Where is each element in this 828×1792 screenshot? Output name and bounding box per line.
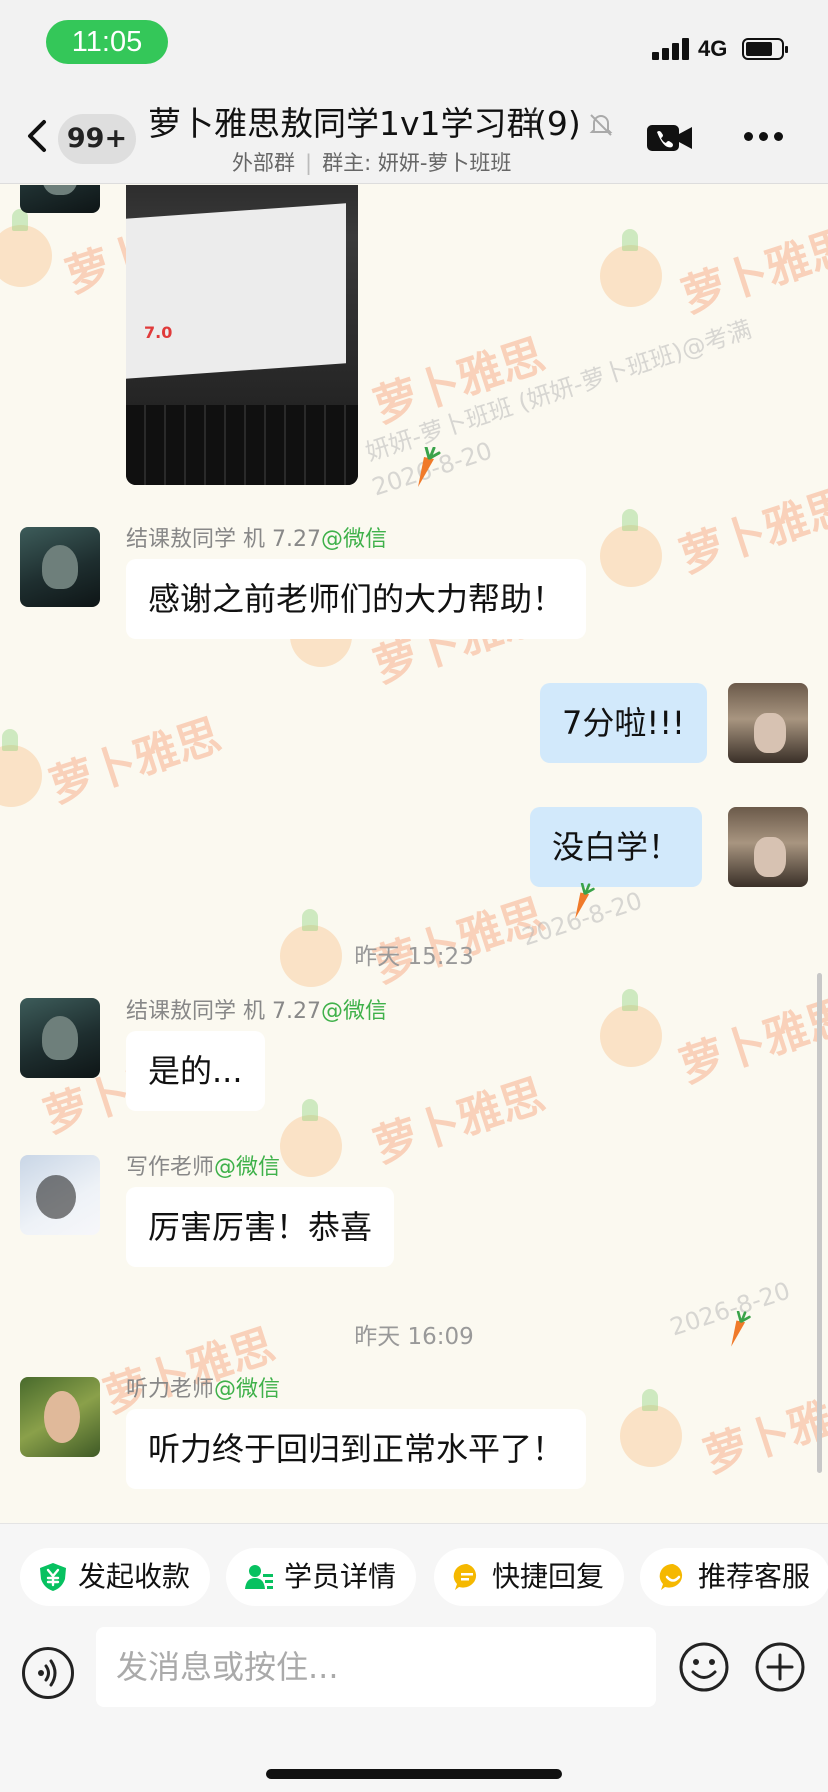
message-bubble[interactable]: 是的...	[126, 1031, 265, 1111]
unread-badge[interactable]: 99+	[58, 114, 136, 164]
status-time: 11:05	[46, 20, 168, 64]
message-timestamp: 昨天 15:23	[354, 944, 474, 970]
message-input[interactable]	[96, 1627, 656, 1707]
scrollbar[interactable]	[817, 973, 822, 1473]
watermark-brand: 萝卜雅思	[697, 1379, 828, 1483]
avatar[interactable]	[20, 527, 100, 607]
chip-label: 推荐客服	[698, 1560, 811, 1593]
avatar[interactable]	[20, 998, 100, 1078]
message-timestamp: 昨天 16:09	[354, 1324, 474, 1350]
avatar[interactable]	[20, 1377, 100, 1457]
carrot-icon	[418, 447, 441, 487]
yuan-shield-icon	[40, 1563, 66, 1591]
watermark-brand: 萝卜雅思	[675, 219, 828, 323]
message-bubble[interactable]: 听力终于回归到正常水平了！	[126, 1409, 587, 1489]
watermark-brand: 萝卜雅思	[43, 709, 227, 813]
quick-action-recommend-service[interactable]: 推荐客服	[640, 1548, 828, 1606]
person-card-icon	[245, 1565, 273, 1589]
message-bubble[interactable]: 感谢之前老师们的大力帮助！	[126, 559, 587, 639]
back-button[interactable]	[18, 116, 58, 156]
member-count: (9)	[534, 104, 581, 143]
carrot-icon	[731, 1311, 751, 1347]
sender-label: 结课敖同学 机 7.27	[126, 999, 321, 1024]
sender-source: @微信	[214, 1377, 281, 1402]
carrot-icon	[575, 883, 595, 919]
more-options-icon[interactable]	[744, 132, 784, 144]
sender-source: @微信	[320, 527, 387, 552]
reply-bubble-icon	[453, 1563, 477, 1590]
chevron-left-icon	[28, 120, 46, 152]
watermark-brand: 萝卜雅思	[367, 1069, 551, 1173]
photo-message[interactable]: 7.0	[126, 185, 358, 485]
sender-label: 写作老师	[126, 1155, 215, 1180]
chat-title[interactable]: 萝卜雅思敖同学1v1学习群	[148, 102, 590, 146]
group-type: 外部群	[232, 151, 295, 175]
chip-label: 发起收款	[78, 1560, 191, 1593]
home-indicator	[266, 1769, 562, 1779]
mute-bell-icon	[589, 114, 613, 136]
chip-label: 学员详情	[284, 1560, 397, 1593]
photo-score: 7.0	[144, 323, 173, 342]
status-bar: 11:05 4G	[0, 0, 828, 92]
quick-actions-bar: 发起收款 学员详情 快捷回复 推荐客服	[0, 1523, 828, 1627]
sender-label: 听力老师	[126, 1377, 215, 1402]
emoji-icon[interactable]	[678, 1641, 730, 1693]
sender-source: @微信	[320, 999, 387, 1024]
watermark-owner: 妍妍-萝卜班班 (妍妍-萝卜班班)@考满	[362, 315, 755, 467]
network-type: 4G	[698, 36, 728, 61]
plus-icon[interactable]	[754, 1641, 806, 1693]
message-bubble-self[interactable]: 没白学！	[530, 807, 703, 887]
watermark-brand: 萝卜雅思	[367, 329, 551, 433]
message-bubble[interactable]: 厉害厉害！恭喜	[126, 1187, 395, 1267]
sender-label: 结课敖同学 机 7.27	[126, 527, 321, 552]
sender-source: @微信	[214, 1155, 281, 1180]
avatar-self[interactable]	[728, 807, 808, 887]
chat-header: 99+ 萝卜雅思敖同学1v1学习群 (9) 外部群 | 群主: 妍妍-萝卜班班	[0, 92, 828, 184]
battery-icon	[742, 38, 788, 60]
quick-action-collect-payment[interactable]: 发起收款	[20, 1548, 211, 1606]
sender-name: 写作老师@微信	[126, 1149, 280, 1181]
watermark-brand: 萝卜雅思	[673, 479, 828, 583]
quick-action-student-details[interactable]: 学员详情	[226, 1548, 417, 1606]
voice-input-button[interactable]	[22, 1647, 74, 1699]
chip-label: 快捷回复	[492, 1560, 605, 1593]
watermark-brand: 萝卜雅思	[673, 989, 828, 1093]
group-owner: 群主: 妍妍-萝卜班班	[322, 151, 512, 175]
quick-action-quick-reply[interactable]: 快捷回复	[434, 1548, 625, 1606]
avatar[interactable]	[20, 185, 100, 213]
sender-name: 结课敖同学 机 7.27@微信	[126, 521, 387, 553]
video-call-icon[interactable]	[646, 122, 694, 154]
chat-subtitle: 外部群 | 群主: 妍妍-萝卜班班	[232, 151, 512, 175]
sender-name: 听力老师@微信	[126, 1371, 280, 1403]
sender-name: 结课敖同学 机 7.27@微信	[126, 993, 387, 1025]
input-bar	[0, 1627, 828, 1792]
avatar[interactable]	[20, 1155, 100, 1235]
signal-icon	[652, 38, 690, 60]
voice-icon	[38, 1659, 57, 1687]
avatar-self[interactable]	[728, 683, 808, 763]
message-bubble-self[interactable]: 7分啦!!!	[540, 683, 707, 763]
service-smile-icon	[659, 1563, 683, 1590]
chat-messages[interactable]: 萝卜雅思 萝卜雅思 萝卜雅思 妍妍-萝卜班班 (妍妍-萝卜班班)@考满 2026…	[0, 185, 828, 1523]
